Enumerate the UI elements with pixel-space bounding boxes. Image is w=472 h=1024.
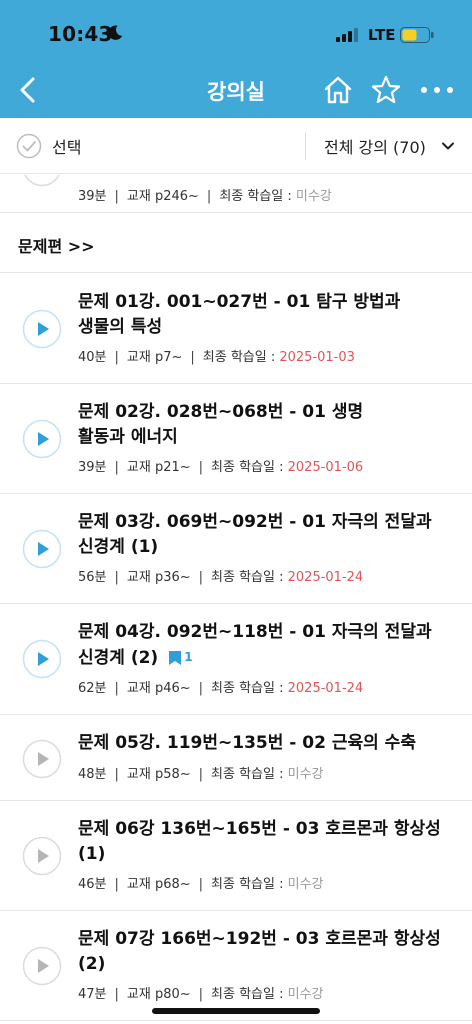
lecture-list[interactable]: 39분 | 교재 p246~ | 최종 학습일 : 미수강 문제편 >> 문제 01강.… [0,175,472,1024]
last-study-label: 최종 학습일 : [211,987,284,1002]
bookmark-badge[interactable]: 1 [168,645,193,671]
lecture-book: 교재 p46~ [126,681,191,696]
lecture-book: 교재 p36~ [126,570,191,585]
lecture-title: 문제 07강 166번~192번 - 03 호르몬과 항상성 (2) [78,929,441,974]
lecture-book: 교재 p58~ [126,767,191,782]
play-icon[interactable] [22,175,62,187]
play-icon[interactable] [22,529,62,569]
list-item[interactable]: 문제 05강. 119번~135번 - 02 근육의 수축 48분 | 교재 p58… [0,715,472,801]
list-item[interactable]: 문제 07강 166번~192번 - 03 호르몬과 항상성 (2) 47분 | 교… [0,911,472,1021]
lecture-book: 교재 p68~ [126,877,191,892]
last-study-date: 2025-01-06 [287,460,364,475]
list-item[interactable]: 문제 03강. 069번~092번 - 01 자극의 전달과 신경계 (1) 5… [0,494,472,604]
lecture-duration: 48분 [78,767,107,782]
more-dots-icon[interactable] [418,74,458,106]
last-study-label: 최종 학습일 : [211,570,284,585]
lecture-duration: 47분 [78,987,107,1002]
lecture-duration: 39분 [78,460,107,475]
last-study-label: 최종 학습일 : [211,681,284,696]
lecture-duration: 46분 [78,877,107,892]
last-study-date: 2025-01-03 [279,350,355,365]
last-study-label: 최종 학습일 : [202,350,276,365]
last-study-label: 최종 학습일 : [211,460,284,475]
last-study-label: 최종 학습일 : [219,189,292,204]
last-study-label: 최종 학습일 : [211,877,284,892]
carrier-label: LTE [368,26,396,44]
lecture-book: 교재 p7~ [126,350,183,365]
last-study-label: 최종 학습일 : [211,767,284,782]
lecture-book: 교재 p21~ [126,460,191,475]
lecture-duration: 39분 [78,189,107,204]
toolbar: 선택 전체 강의 (70) [0,118,472,174]
last-study-date: 미수강 [287,987,324,1002]
bookmark-count: 1 [184,650,193,664]
play-icon[interactable] [22,639,62,679]
home-icon[interactable] [322,74,354,106]
bookmark-icon [169,650,182,665]
last-study-date: 2025-01-24 [287,570,364,585]
lecture-title: 문제 01강. 001~027번 - 01 탐구 방법과 생물의 특성 [78,292,401,337]
last-study-date: 미수강 [287,767,324,782]
lecture-title: 문제 04강. 092번~118번 - 01 자극의 전달과 신경계 (2) 1 [78,620,448,671]
list-item[interactable]: 39분 | 교재 p246~ | 최종 학습일 : 미수강 [0,175,472,213]
filter-dropdown[interactable]: 전체 강의 (70) [324,132,456,160]
lecture-duration: 62분 [78,681,107,696]
select-button[interactable]: 선택 [16,132,81,160]
lecture-title: 문제 02강. 028번~068번 - 01 생명 활동과 에너지 [78,402,364,447]
play-icon[interactable] [22,739,62,779]
list-item[interactable]: 문제 06강 136번~165번 - 03 호르몬과 항상성 (1) 46분 | 교… [0,801,472,911]
lecture-title: 문제 03강. 069번~092번 - 01 자극의 전달과 신경계 (1) [78,512,432,557]
play-icon[interactable] [22,946,62,986]
lecture-meta: 39분 | 교재 p21~ | 최종 학습일 : 2025-01-06 [78,460,364,475]
list-item[interactable]: 문제 02강. 028번~068번 - 01 생명 활동과 에너지 39분 | 교재… [0,384,472,494]
list-item[interactable]: 문제 04강. 092번~118번 - 01 자극의 전달과 신경계 (2) 1 … [0,604,472,715]
lecture-title: 문제 05강. 119번~135번 - 02 근육의 수축 [78,733,416,753]
select-label: 선택 [52,138,82,157]
filter-label: 전체 강의 (70) [324,138,426,157]
lecture-book: 교재 p80~ [126,987,191,1002]
toolbar-divider [305,132,306,160]
chevron-down-icon [441,142,454,150]
nav-bar: 강의실 [0,62,472,118]
play-icon[interactable] [22,836,62,876]
lecture-duration: 56분 [78,570,107,585]
check-circle-icon [16,133,42,159]
list-item[interactable]: 문제 01강. 001~027번 - 01 탐구 방법과 생물의 특성 40분 |… [0,274,472,384]
lecture-meta: 47분 | 교재 p80~ | 최종 학습일 : 미수강 [78,987,324,1002]
status-bar: 10:43 LTE [0,0,472,62]
lecture-meta: 39분 | 교재 p246~ | 최종 학습일 : 미수강 [78,189,332,204]
lecture-meta: 62분 | 교재 p46~ | 최종 학습일 : 2025-01-24 [78,681,364,696]
moon-icon [108,25,123,40]
lecture-book: 교재 p246~ [126,189,199,204]
battery-icon [400,27,434,43]
play-icon[interactable] [22,309,62,349]
lecture-title: 문제 06강 136번~165번 - 03 호르몬과 항상성 (1) [78,819,441,864]
section-title: 문제편 >> [18,237,95,256]
status-time: 10:43 [48,22,113,46]
last-study-date: 미수강 [295,189,332,204]
home-indicator[interactable] [152,1008,320,1014]
lecture-meta: 48분 | 교재 p58~ | 최종 학습일 : 미수강 [78,767,324,782]
last-study-date: 미수강 [287,877,324,892]
section-header[interactable]: 문제편 >> [0,213,472,273]
lecture-meta: 56분 | 교재 p36~ | 최종 학습일 : 2025-01-24 [78,570,364,585]
lecture-meta: 40분 | 교재 p7~ | 최종 학습일 : 2025-01-03 [78,350,355,365]
lecture-meta: 46분 | 교재 p68~ | 최종 학습일 : 미수강 [78,877,324,892]
signal-icon [336,28,358,42]
last-study-date: 2025-01-24 [287,681,364,696]
lecture-duration: 40분 [78,350,107,365]
play-icon[interactable] [22,419,62,459]
star-icon[interactable] [370,74,402,106]
